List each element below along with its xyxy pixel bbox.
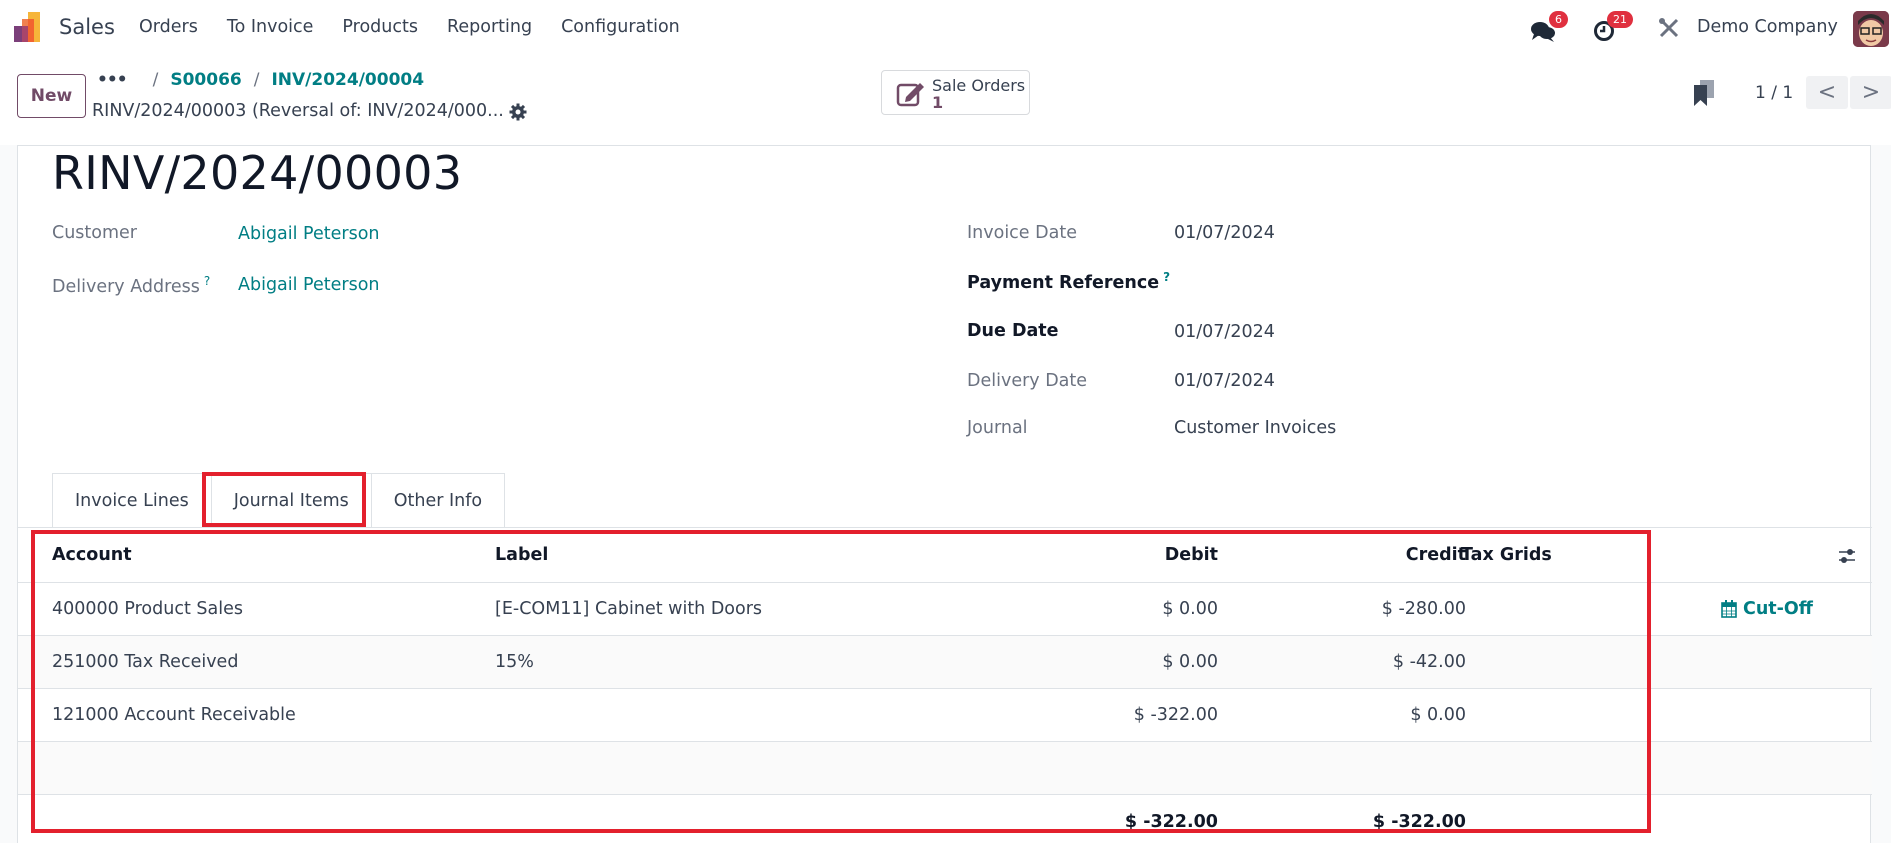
invoice-form-sheet: RINV/2024/00003 Customer Abigail Peterso…	[17, 145, 1872, 843]
breadcrumb-separator: /	[253, 70, 260, 90]
customer-label: Customer	[52, 223, 137, 243]
activities-count-badge: 21	[1607, 11, 1633, 28]
bookmark-icon[interactable]	[1693, 80, 1715, 106]
table-header-row: Account Label Debit Credit Tax Grids	[18, 528, 1872, 583]
menu-item-reporting[interactable]: Reporting	[447, 17, 532, 37]
account-cell[interactable]: 121000 Account Receivable	[52, 689, 296, 741]
label-cell[interactable]: 15%	[495, 636, 534, 688]
invoice-date-field[interactable]: 01/07/2024	[1174, 223, 1275, 243]
top-navbar: Sales Orders To Invoice Products Reporti…	[0, 0, 1891, 56]
customer-field[interactable]: Abigail Peterson	[238, 224, 380, 244]
company-switcher[interactable]: Demo Company	[1697, 17, 1838, 37]
tools-icon[interactable]	[1658, 17, 1680, 39]
activities-button[interactable]: 21	[1593, 11, 1643, 44]
invoice-date-label: Invoice Date	[967, 223, 1077, 243]
delivery-address-label-text: Delivery Address	[52, 276, 200, 297]
edit-icon	[896, 83, 924, 107]
credit-cell[interactable]: $ -280.00	[1168, 583, 1466, 635]
calendar-icon	[1721, 600, 1737, 618]
payment-reference-label: Payment Reference?	[967, 270, 1170, 293]
label-cell[interactable]: [E-COM11] Cabinet with Doors	[495, 583, 762, 635]
column-header-tax-grids[interactable]: Tax Grids	[1461, 528, 1552, 582]
breadcrumb-sale-order[interactable]: S00066	[170, 70, 241, 90]
column-header-label[interactable]: Label	[495, 528, 548, 582]
tab-journal-items[interactable]: Journal Items	[211, 473, 372, 528]
credit-cell[interactable]: $ -42.00	[1168, 636, 1466, 688]
table-row[interactable]: 400000 Product Sales [E-COM11] Cabinet w…	[18, 583, 1872, 636]
pager-previous-button[interactable]: <	[1806, 76, 1848, 109]
account-cell[interactable]: 400000 Product Sales	[52, 583, 243, 635]
messages-button[interactable]: 6	[1530, 11, 1570, 44]
sales-app-logo-icon[interactable]	[14, 12, 46, 42]
column-header-account[interactable]: Account	[52, 528, 132, 582]
tab-other-info[interactable]: Other Info	[371, 473, 506, 528]
smart-button-count: 1	[932, 93, 944, 112]
breadcrumb-invoice[interactable]: INV/2024/00004	[271, 70, 424, 90]
total-credit: $ -322.00	[1372, 811, 1466, 832]
smart-button-label: Sale Orders	[932, 76, 1026, 95]
table-totals-row: $ -322.00 $ -322.00	[18, 795, 1872, 843]
table-row[interactable]: 251000 Tax Received 15% $ 0.00 $ -42.00	[18, 636, 1872, 689]
app-name[interactable]: Sales	[59, 15, 115, 39]
help-tooltip-icon[interactable]: ?	[204, 274, 210, 288]
control-panel: New ••• / S00066 / INV/2024/00004 RINV/2…	[0, 56, 1891, 145]
chevron-right-icon: >	[1861, 80, 1881, 105]
menu-item-configuration[interactable]: Configuration	[561, 17, 680, 37]
delivery-date-label: Delivery Date	[967, 371, 1088, 391]
menu-item-to-invoice[interactable]: To Invoice	[227, 17, 314, 37]
sale-orders-smart-button[interactable]: Sale Orders 1	[881, 70, 1030, 115]
new-button[interactable]: New	[17, 74, 86, 118]
column-header-credit[interactable]: Credit	[1168, 528, 1466, 582]
account-cell[interactable]: 251000 Tax Received	[52, 636, 238, 688]
pager-next-button[interactable]: >	[1850, 76, 1891, 109]
messages-count-badge: 6	[1549, 11, 1568, 28]
record-name: RINV/2024/00003 (Reversal of: INV/2024/0…	[92, 101, 504, 121]
credit-cell[interactable]: $ 0.00	[1168, 689, 1466, 741]
delivery-address-field[interactable]: Abigail Peterson	[238, 275, 380, 295]
empty-table-row	[18, 742, 1872, 795]
breadcrumb-ellipsis[interactable]: •••	[97, 70, 128, 90]
chevron-left-icon: <	[1817, 80, 1837, 105]
due-date-label: Due Date	[967, 321, 1059, 341]
tab-invoice-lines[interactable]: Invoice Lines	[52, 473, 212, 528]
user-avatar-icon	[1853, 11, 1889, 47]
breadcrumb: ••• / S00066 / INV/2024/00004	[97, 70, 424, 90]
menu-item-orders[interactable]: Orders	[139, 17, 198, 37]
payment-reference-field[interactable]	[1174, 270, 1674, 294]
payment-reference-label-text: Payment Reference	[967, 272, 1160, 293]
due-date-field[interactable]: 01/07/2024	[1174, 322, 1275, 342]
optional-columns-toggle-icon[interactable]	[1835, 544, 1859, 568]
pager-value[interactable]: 1 / 1	[1755, 83, 1793, 103]
journal-field[interactable]: Customer Invoices	[1174, 418, 1336, 438]
journal-label: Journal	[967, 418, 1028, 438]
main-menu: Orders To Invoice Products Reporting Con…	[139, 17, 709, 37]
cut-off-label: Cut-Off	[1743, 599, 1813, 619]
journal-items-table: Account Label Debit Credit Tax Grids 400…	[18, 528, 1872, 843]
invoice-number-title: RINV/2024/00003	[52, 146, 463, 200]
table-row[interactable]: 121000 Account Receivable $ -322.00 $ 0.…	[18, 689, 1872, 742]
help-tooltip-icon[interactable]: ?	[1163, 270, 1170, 284]
customer-label-text: Customer	[52, 223, 138, 243]
form-notebook-tabs: Invoice Lines Journal Items Other Info	[52, 473, 506, 528]
gear-icon[interactable]	[509, 103, 527, 121]
delivery-address-label: Delivery Address?	[52, 274, 210, 297]
user-avatar[interactable]	[1853, 11, 1889, 47]
breadcrumb-separator: /	[152, 70, 159, 90]
delivery-date-field[interactable]: 01/07/2024	[1174, 371, 1275, 391]
cut-off-button[interactable]: Cut-Off	[1721, 583, 1813, 635]
menu-item-products[interactable]: Products	[342, 17, 418, 37]
